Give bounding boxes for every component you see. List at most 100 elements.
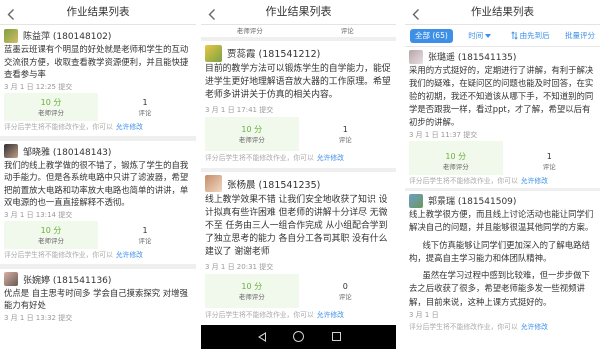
student-name: 张杨晨 (181541235) — [227, 179, 321, 191]
grading-note: 评分后学生将不能修改作业，你可以 允许修改 — [205, 308, 392, 323]
comment-count: 1 — [142, 97, 148, 107]
grading-note-text: 评分后学生将不能修改作业，你可以 — [4, 250, 113, 259]
allow-edit-link[interactable]: 允许修改 — [521, 177, 548, 185]
grading-note: 评分后学生将不能修改作业，你可以 允许修改 — [409, 321, 596, 333]
grading-note-text: 评分后学生将不能修改作业，你可以 — [205, 310, 314, 319]
sort-field-label: 时间 — [468, 30, 484, 40]
allow-edit-link[interactable]: 允许修改 — [317, 311, 344, 319]
teacher-score-button[interactable]: 10 分 老师评分 — [4, 92, 98, 121]
score-row: 10 分 老师评分 0 评论 — [205, 273, 393, 308]
grading-note-text: 评分后学生将不能修改作业，你可以 — [205, 153, 314, 162]
comments-button[interactable]: 1 评论 — [98, 221, 192, 249]
teacher-score-value: 10 分 — [241, 281, 263, 291]
page-title: 作业结果列表 — [66, 6, 130, 18]
chevron-left-icon[interactable] — [411, 6, 421, 20]
allow-edit-link[interactable]: 允许修改 — [521, 323, 548, 331]
avatar — [409, 49, 423, 64]
teacher-score-label: 老师评分 — [38, 236, 64, 245]
student-name: 陈益萍 (180148102) — [23, 32, 112, 42]
page-title: 作业结果列表 — [265, 5, 332, 18]
submission-paragraph: 虽然在学习过程中感到比较难，但一步步做下去之后收获了很多，希望老师能多发一些视频… — [409, 270, 590, 307]
submission-header: 陈益萍 (180148102) — [4, 28, 192, 43]
avatar — [4, 144, 18, 158]
comments-button[interactable]: 评论 — [299, 25, 397, 37]
title-bar: 作业结果列表 — [0, 0, 196, 25]
submit-time: 3 月 1 日 12:25 提交 — [4, 82, 73, 91]
avatar — [205, 44, 222, 62]
chevron-left-icon[interactable] — [6, 6, 16, 20]
batch-grade-button[interactable]: 批量评分 — [565, 31, 595, 41]
chevron-left-icon[interactable] — [207, 6, 217, 20]
teacher-score-button[interactable]: 10 分 老师评分 — [205, 116, 299, 151]
phone-screen-3: 作业结果列表 全部 (65) 时间 由先到后 批量评分 张璐遥 (1815411… — [405, 0, 600, 349]
teacher-score-label: 老师评分 — [442, 163, 469, 171]
comments-button[interactable]: 0 评论 — [299, 274, 393, 308]
submit-time: 3 月 1 日 20:31 提交 — [205, 262, 274, 271]
submission-paragraph: 线下仿真能够让同学们更加深入的了解电路结构，提高自主学习能力和体团队精神。 — [409, 239, 590, 263]
submission-item[interactable]: 郭景瑞 (181541509) 线上教学很方便，而且线上讨论活动也能让同学们解决… — [405, 191, 600, 335]
submission-header: 贾蕊霞 (181541212) — [205, 43, 392, 63]
student-name: 张璐遥 (181541135) — [428, 53, 517, 63]
score-row: 10 分 老师评分 1 评论 — [4, 92, 192, 121]
teacher-score-button[interactable]: 10 分 老师评分 — [205, 273, 299, 308]
teacher-score-value: 10 分 — [241, 124, 263, 134]
submit-time: 3 月 1 日 13:32 提交 — [4, 313, 73, 322]
submission-item[interactable]: 邹晓雅 (180148143) 我们的线上教学做的很不错了，锻炼了学生的自我动手… — [0, 140, 196, 264]
avatar — [4, 28, 18, 43]
filter-all-button[interactable]: 全部 (65) — [410, 28, 453, 43]
comment-count: 1 — [342, 124, 348, 134]
caret-down-icon — [485, 33, 492, 38]
nav-recents-icon[interactable] — [332, 332, 341, 341]
comments-label: 评论 — [138, 236, 152, 245]
filter-bar: 全部 (65) 时间 由先到后 批量评分 — [405, 25, 600, 47]
submit-time: 3 月 1 日 17:41 提交 — [205, 105, 274, 114]
avatar — [205, 175, 222, 193]
grading-note-text: 评分后学生将不能修改作业，你可以 — [4, 122, 113, 131]
teacher-score-value: 10 分 — [445, 152, 467, 161]
allow-edit-link[interactable]: 允许修改 — [317, 154, 344, 162]
comment-count: 1 — [142, 225, 148, 235]
nav-home-icon[interactable] — [293, 331, 304, 342]
teacher-score-button[interactable]: 10 分 老师评分 — [4, 220, 98, 249]
submission-text: 我们的线上教学做的很不错了，锻炼了学生的自我动手能力。但是各系统电路中只讲了滤波… — [4, 159, 189, 208]
teacher-score-value: 10 分 — [40, 97, 62, 107]
teacher-score-button[interactable]: 老师评分 — [201, 25, 299, 37]
comments-label: 评论 — [338, 135, 352, 144]
submission-header: 邹晓雅 (180148143) — [4, 144, 192, 159]
allow-edit-link[interactable]: 允许修改 — [116, 123, 143, 131]
sort-order-button[interactable]: 由先到后 — [509, 31, 550, 41]
submission-text: 采用的方式挺好的，定期进行了讲解，有利于解决我们的疑难，在疑问区的问题也能及时回… — [409, 65, 594, 127]
comments-button[interactable]: 1 评论 — [299, 117, 393, 151]
comments-button[interactable]: 1 评论 — [98, 93, 192, 121]
comments-button[interactable]: 1 评论 — [503, 141, 597, 175]
teacher-score-label: 老师评分 — [238, 292, 265, 301]
teacher-score-label: 老师评分 — [38, 108, 64, 117]
comments-label: 评论 — [340, 27, 354, 35]
submission-header: 张璐遥 (181541135) — [409, 49, 596, 64]
nav-back-icon[interactable] — [258, 332, 266, 342]
submission-item[interactable]: 张璐遥 (181541135) 采用的方式挺好的，定期进行了讲解，有利于解决我们… — [405, 47, 600, 188]
submission-paragraph: 线上教学很方便，而且线上讨论活动也能让同学们解决自己的问题，并且能够很温其他同学… — [409, 209, 594, 233]
comment-count: 0 — [342, 281, 348, 291]
grading-note: 评分后学生将不能修改作业，你可以 允许修改 — [4, 249, 192, 262]
system-nav-bar — [201, 325, 396, 349]
sort-field-dropdown[interactable]: 时间 — [468, 31, 493, 41]
submit-time: 3 月 1 日 11:37 提交 — [409, 131, 478, 139]
grading-note-text: 评分后学生将不能修改作业，你可以 — [409, 177, 518, 185]
submit-time: 3 月 1 日 — [409, 311, 439, 320]
phone-screen-2: 作业结果列表 老师评分 评论 贾蕊霞 (181541212) 目前的教学方法可以… — [201, 0, 396, 349]
teacher-score-label: 老师评分 — [236, 27, 263, 35]
grading-note-text: 评分后学生将不能修改作业，你可以 — [409, 323, 518, 332]
allow-edit-link[interactable]: 允许修改 — [116, 251, 143, 259]
submission-item[interactable]: 张杨晨 (181541235) 线上教学效果不错 让我们安全地收获了知识 设计拟… — [201, 171, 396, 325]
teacher-score-label: 老师评分 — [238, 135, 265, 144]
teacher-score-button[interactable]: 10 分 老师评分 — [409, 141, 503, 175]
score-row: 10 分 老师评分 1 评论 — [205, 116, 393, 151]
comments-label: 评论 — [542, 163, 556, 171]
submission-item[interactable]: 张婉婷 (181541136) 优点是 自主思考时间多 学会自己摸索探究 对增强… — [0, 268, 196, 326]
submission-item[interactable]: 贾蕊霞 (181541212) 目前的教学方法可以锻炼学生的自学能力，能促进学生… — [201, 41, 396, 168]
avatar — [409, 193, 423, 208]
submission-item[interactable]: 陈益萍 (180148102) 蓝墨云班课有个明显的好处就是老师和学生的互动交流… — [0, 25, 196, 136]
score-row: 10 分 老师评分 1 评论 — [4, 220, 192, 249]
teacher-score-value: 10 分 — [40, 225, 62, 235]
